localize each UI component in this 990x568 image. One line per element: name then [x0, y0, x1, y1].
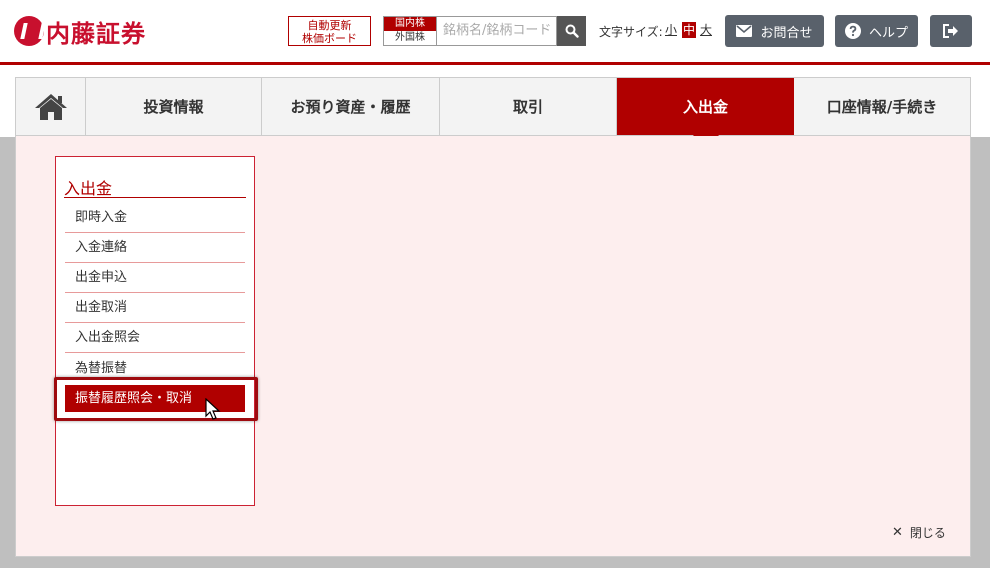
board-button-line2: 株価ボード [302, 32, 357, 45]
submenu-item-deposit-notice[interactable]: 入金連絡 [65, 233, 245, 263]
submenu-item-transaction-inquiry[interactable]: 入出金照会 [65, 323, 245, 353]
help-label: ヘルプ [868, 25, 908, 41]
brand-logo[interactable]: 内藤証券 [14, 14, 146, 48]
logo-text: 内藤証券 [46, 19, 146, 48]
font-size-label: 文字サイズ: [599, 25, 663, 39]
global-nav: 投資情報 お預り資産・履歴 取引 入出金 口座情報/手続き [15, 77, 971, 150]
font-size-small[interactable]: 小 [664, 22, 678, 38]
logout-button[interactable] [930, 15, 972, 47]
board-button-line1: 自動更新 [307, 19, 352, 32]
submenu-item-withdrawal-cancel[interactable]: 出金取消 [65, 293, 245, 323]
search-icon [565, 24, 579, 38]
close-menu-link[interactable]: ✕ 閉じる [892, 524, 946, 541]
search-button[interactable] [557, 16, 586, 46]
submenu-item-withdrawal-request[interactable]: 出金申込 [65, 263, 245, 293]
stock-board-button[interactable]: 自動更新 株価ボード [288, 16, 371, 46]
envelope-icon [736, 25, 753, 37]
market-foreign-option[interactable]: 外国株 [384, 31, 436, 45]
tab-account-procedures[interactable]: 口座情報/手続き [794, 78, 970, 135]
contact-button[interactable]: お問合せ [725, 15, 824, 47]
market-toggle[interactable]: 国内株 外国株 [383, 16, 437, 46]
site-header: 内藤証券 自動更新 株価ボード 国内株 外国株 銘柄名/銘柄コード 文字サイズ:… [0, 0, 990, 62]
submenu-title: 入出金 [64, 175, 246, 198]
tab-deposit-withdrawal[interactable]: 入出金 [617, 78, 794, 150]
contact-label: お問合せ [760, 25, 813, 41]
tab-deposit-label: 入出金 [682, 98, 728, 116]
stock-search-input[interactable]: 銘柄名/銘柄コード [437, 16, 557, 46]
market-domestic-option[interactable]: 国内株 [384, 17, 436, 31]
close-icon: ✕ [892, 525, 903, 540]
sign-out-icon [943, 24, 958, 38]
tab-trade[interactable]: 取引 [440, 78, 617, 135]
submenu-box: 入出金 即時入金 入金連絡 出金申込 出金取消 入出金照会 為替振替 振替履歴照… [55, 156, 255, 506]
tab-investment-info[interactable]: 投資情報 [86, 78, 262, 135]
home-icon [34, 93, 67, 120]
font-size-medium[interactable]: 中 [682, 22, 696, 38]
selected-item-highlight [54, 377, 258, 421]
logo-mark-icon [14, 16, 44, 46]
nav-home[interactable] [16, 78, 86, 135]
question-circle-icon [844, 23, 861, 39]
close-label: 閉じる [909, 526, 946, 540]
submenu-item-instant-deposit[interactable]: 即時入金 [65, 203, 245, 233]
font-size-large[interactable]: 大 [699, 22, 713, 38]
tab-assets-history[interactable]: お預り資産・履歴 [262, 78, 440, 135]
help-button[interactable]: ヘルプ [835, 15, 918, 47]
mouse-cursor-icon [205, 398, 221, 420]
